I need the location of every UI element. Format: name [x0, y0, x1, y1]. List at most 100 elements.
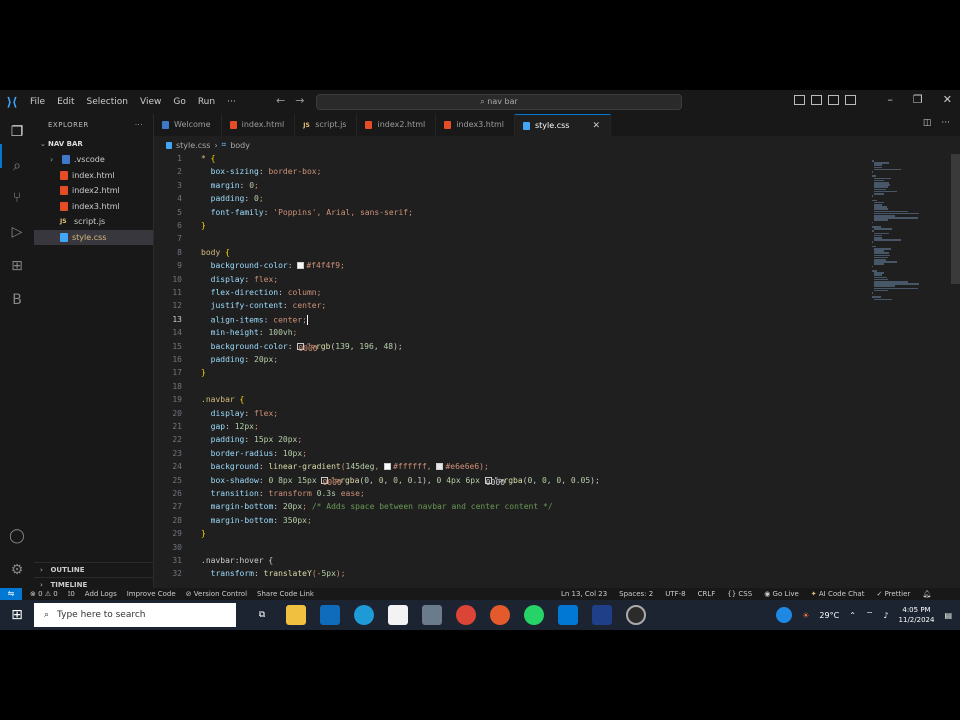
store-icon[interactable] [388, 605, 408, 625]
tab-index-html[interactable]: index.html [222, 114, 296, 136]
language-mode[interactable]: {} CSS [727, 590, 752, 598]
task-view-icon[interactable]: ⧉ [252, 605, 272, 625]
explorer-icon[interactable]: ❐ [7, 122, 27, 142]
help-icon[interactable] [776, 607, 793, 623]
cursor-position[interactable]: Ln 13, Col 23 [561, 590, 607, 598]
volume-icon[interactable]: ♪ [883, 611, 888, 620]
breadcrumb-symbol[interactable]: body [230, 141, 250, 150]
weather-temp[interactable]: 29°C [819, 611, 839, 620]
toggle-sidebar-icon[interactable] [794, 95, 805, 105]
go-live-button[interactable]: ◉ Go Live [764, 590, 799, 598]
tab-style-css[interactable]: style.css ✕ [514, 114, 611, 137]
code-line[interactable]: 4 padding: 0; [154, 194, 870, 207]
code-line[interactable]: 21 gap: 12px; [154, 422, 870, 435]
run-debug-icon[interactable]: ▷ [7, 222, 27, 242]
close-icon[interactable]: ✕ [943, 93, 952, 106]
remote-indicator-icon[interactable]: ⇋ [0, 588, 22, 600]
outline-section[interactable]: › OUTLINE [34, 562, 154, 577]
source-control-icon[interactable]: ⑂ [7, 188, 27, 208]
customize-layout-icon[interactable] [845, 95, 856, 105]
code-line[interactable]: 25 box-shadow: 0 8px 15px 0000">rgba(0, … [154, 476, 870, 489]
code-line[interactable]: 12 justify-content: center; [154, 301, 870, 314]
minimize-icon[interactable]: – [887, 93, 893, 106]
code-line[interactable]: 14 min-height: 100vh; [154, 328, 870, 341]
account-icon[interactable]: ◯ [7, 526, 27, 546]
code-line[interactable]: 9 background-color: #f4f4f9; [154, 261, 870, 274]
breadcrumb-file[interactable]: style.css [176, 141, 210, 150]
code-line[interactable]: 3 margin: 0; [154, 181, 870, 194]
code-line[interactable]: 27 margin-bottom: 20px; /* Adds space be… [154, 502, 870, 515]
improve-code-button[interactable]: Improve Code [127, 590, 176, 599]
close-tab-icon[interactable]: ✕ [592, 115, 600, 137]
tree-item-style-css[interactable]: style.css [34, 229, 153, 245]
network-icon[interactable]: ⌔ [866, 610, 874, 620]
code-line[interactable]: 2 box-sizing: border-box; [154, 167, 870, 180]
back-arrow-icon[interactable]: ← [276, 94, 285, 107]
windows-start-icon[interactable]: ⊞ [0, 607, 34, 623]
code-line[interactable]: 15 background-color: 0000">rgb(139, 196,… [154, 342, 870, 355]
encoding[interactable]: UTF-8 [665, 590, 685, 598]
add-logs-button[interactable]: Add Logs [85, 590, 117, 599]
code-line[interactable]: 7 [154, 234, 870, 247]
menu-go[interactable]: Go [167, 97, 191, 107]
code-line[interactable]: 32 transform: translateY(-5px); [154, 569, 870, 582]
code-line[interactable]: 5 font-family: 'Poppins', Arial, sans-se… [154, 208, 870, 221]
share-code-link-button[interactable]: Share Code Link [257, 590, 314, 599]
code-line[interactable]: 23 border-radius: 10px; [154, 449, 870, 462]
vscode-second-icon[interactable] [592, 605, 612, 625]
taskbar-search-box[interactable]: ⌕ Type here to search [34, 603, 236, 627]
clock[interactable]: 4:05 PM 11/2/2024 [899, 605, 935, 625]
code-line[interactable]: 8 body { [154, 248, 870, 261]
code-line[interactable]: 11 flex-direction: column; [154, 288, 870, 301]
version-control-button[interactable]: ⊘ Version Control [186, 590, 247, 599]
app-icon[interactable] [422, 605, 442, 625]
menu-edit[interactable]: Edit [51, 97, 80, 107]
code-line[interactable]: 20 display: flex; [154, 409, 870, 422]
code-line[interactable]: 10 display: flex; [154, 275, 870, 288]
menu-run[interactable]: Run [192, 97, 221, 107]
menu-file[interactable]: File [24, 97, 51, 107]
tree-item-vscode[interactable]: › .vscode [34, 152, 153, 168]
code-line[interactable]: 19 .navbar { [154, 395, 870, 408]
ai-chat-button[interactable]: ✦ AI Code Chat [811, 590, 865, 598]
menu-view[interactable]: View [134, 97, 167, 107]
code-line[interactable]: 28 margin-bottom: 350px; [154, 516, 870, 529]
folder-nav-bar[interactable]: ⌄ NAV BAR [34, 136, 153, 152]
prettier-button[interactable]: ✓ Prettier [876, 590, 910, 598]
command-search[interactable]: ⌕ nav bar [316, 94, 682, 110]
outlook-icon[interactable] [320, 605, 340, 625]
tree-item-index-html[interactable]: index.html [34, 168, 153, 184]
code-line[interactable]: 29} [154, 529, 870, 542]
editor-scrollbar[interactable] [951, 154, 960, 284]
code-line[interactable]: 13 align-items: center; [154, 314, 870, 328]
code-line[interactable]: 22 padding: 15px 20px; [154, 435, 870, 448]
tree-item-script-js[interactable]: JS script.js [34, 214, 153, 230]
whatsapp-icon[interactable] [524, 605, 544, 625]
notification-center-icon[interactable]: ▤ [944, 611, 952, 620]
tab-index2-html[interactable]: index2.html [357, 114, 437, 136]
code-line[interactable]: 1 * { [154, 154, 870, 167]
code-line[interactable]: 24 background: linear-gradient(145deg, #… [154, 462, 870, 475]
search-view-icon[interactable]: ⌕ [7, 156, 27, 176]
menu-selection[interactable]: Selection [81, 97, 134, 107]
indentation[interactable]: Spaces: 2 [619, 590, 653, 598]
more-actions-icon[interactable]: ··· [941, 118, 950, 128]
code-editor[interactable]: 1 * {2 box-sizing: border-box; 3 margin: 0… [154, 154, 870, 592]
code-line[interactable]: 6} [154, 221, 870, 234]
extensions-icon[interactable]: ⊞ [7, 256, 27, 276]
chevron-up-icon[interactable]: ⌃ [849, 611, 856, 620]
tree-item-index3-html[interactable]: index3.html [34, 199, 153, 215]
code-line[interactable]: 18 [154, 382, 870, 395]
code-line[interactable]: 31 .navbar:hover { [154, 556, 870, 569]
split-editor-icon[interactable]: ◫ [923, 118, 932, 128]
menu-more[interactable]: ··· [221, 97, 242, 107]
ports-count[interactable]: ⟟0 [68, 590, 75, 599]
tab-welcome[interactable]: Welcome [154, 114, 222, 136]
settings-gear-icon[interactable]: ⚙ [7, 560, 27, 580]
code-line[interactable]: 17} [154, 368, 870, 381]
code-line[interactable]: 16 padding: 20px; [154, 355, 870, 368]
explorer-more-icon[interactable]: ··· [135, 114, 143, 136]
browser-icon[interactable] [490, 605, 510, 625]
code-line[interactable]: 30 [154, 543, 870, 556]
edge-browser-icon[interactable] [354, 605, 374, 625]
